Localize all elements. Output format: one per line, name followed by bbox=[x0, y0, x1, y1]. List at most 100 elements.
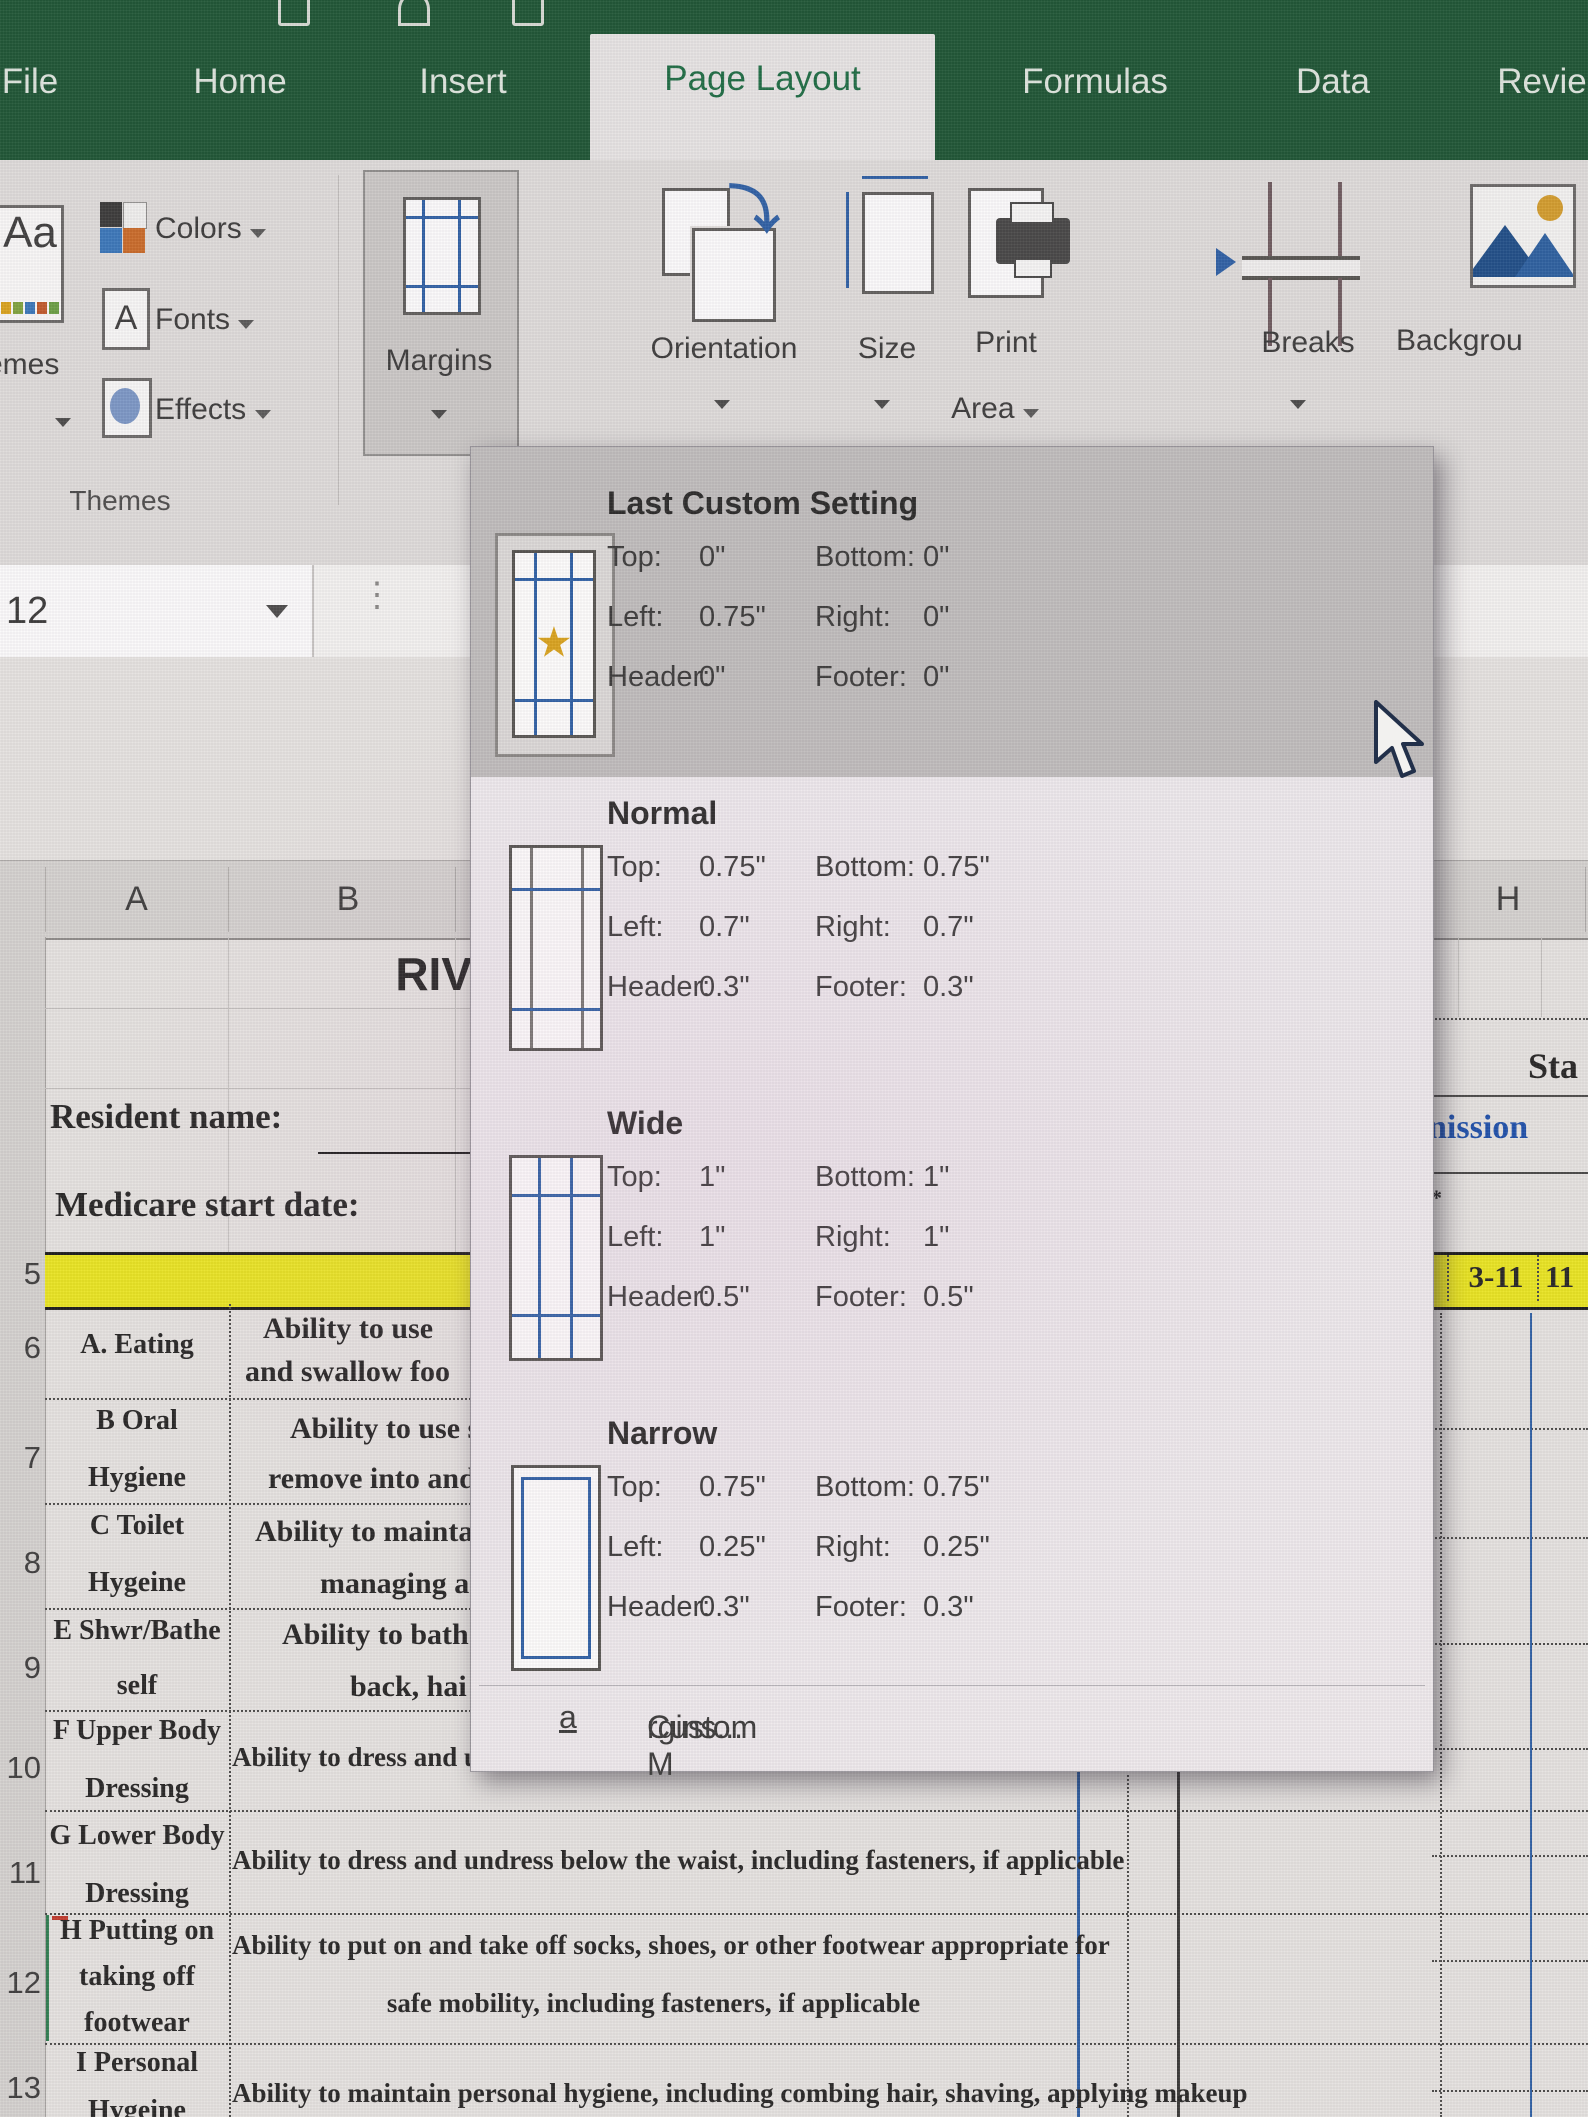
adl-item-cell[interactable]: Hygiene bbox=[45, 1462, 229, 1494]
margins-chevron-icon bbox=[431, 410, 447, 419]
name-box-value: 12 bbox=[6, 590, 49, 632]
margins-button-label: Margins bbox=[385, 344, 493, 377]
adl-desc-cell[interactable]: managing an bbox=[320, 1567, 486, 1601]
margins-option-normal[interactable]: Normal Top: 0.75" Bottom: 0.75" Left: 0.7" Righ… bbox=[471, 795, 1433, 1105]
save-icon[interactable] bbox=[278, 0, 310, 26]
adl-item-cell[interactable]: H Putting on bbox=[45, 1915, 229, 1947]
background-button[interactable]: Backgrou bbox=[1396, 324, 1588, 358]
margin-preview-icon bbox=[509, 1155, 603, 1361]
adl-desc-cell[interactable]: Ability to use su bbox=[290, 1412, 496, 1446]
fonts-button[interactable]: Fonts bbox=[155, 303, 275, 337]
theme-color-dots-icon bbox=[1, 302, 59, 314]
star-icon: ★ bbox=[535, 618, 573, 666]
adl-desc-cell[interactable]: and swallow foo bbox=[245, 1355, 450, 1389]
group-separator bbox=[338, 175, 339, 505]
margins-dropdown-menu: ★ Last Custom Setting Top: 0" Bottom: 0" Left:… bbox=[470, 446, 1434, 1782]
yellow-cell-3[interactable]: 11 bbox=[1545, 1259, 1574, 1295]
yellow-cell-2[interactable]: 3-11 bbox=[1458, 1259, 1534, 1295]
margins-button[interactable]: Margins bbox=[363, 170, 519, 456]
margin-preview-icon bbox=[511, 1465, 601, 1671]
adl-item-cell[interactable]: C Toilet bbox=[45, 1510, 229, 1542]
adl-desc-cell[interactable]: Ability to bath bbox=[282, 1618, 469, 1652]
effects-button[interactable]: Effects bbox=[155, 393, 295, 427]
themes-chevron-icon[interactable] bbox=[55, 418, 71, 427]
tab-review[interactable]: Revie bbox=[1472, 46, 1588, 118]
row-header-13[interactable]: 13 bbox=[1, 2070, 41, 2114]
margin-preview-icon bbox=[509, 845, 603, 1051]
adl-item-cell[interactable]: E Shwr/Bathe bbox=[45, 1615, 229, 1647]
right-grid-dotted bbox=[1432, 1018, 1588, 1020]
column-header-a[interactable]: A bbox=[45, 861, 228, 938]
size-button[interactable]: Size bbox=[832, 332, 942, 366]
colors-button[interactable]: Colors bbox=[155, 212, 285, 246]
menu-separator bbox=[479, 1685, 1425, 1686]
adl-desc-cell[interactable]: safe mobility, including fasteners, if a… bbox=[232, 1988, 1075, 2019]
margins-option-last-custom-setting[interactable]: ★ Last Custom Setting Top: 0" Bottom: 0" Left:… bbox=[471, 485, 1433, 795]
adl-desc-cell[interactable]: back, hai bbox=[350, 1670, 467, 1704]
column-header-h[interactable]: H bbox=[1432, 861, 1584, 938]
adl-item-cell[interactable]: I Personal bbox=[45, 2047, 229, 2079]
adl-desc-cell[interactable]: Ability to maintain bbox=[255, 1515, 498, 1549]
print-area-button-line2[interactable]: Area bbox=[930, 392, 1060, 426]
row-header-7[interactable]: 7 bbox=[1, 1440, 41, 1484]
adl-desc-cell[interactable]: Ability to maintain personal hygiene, in… bbox=[232, 2078, 1247, 2109]
adl-item-cell[interactable]: Hygeine bbox=[45, 2095, 229, 2117]
size-icon bbox=[862, 192, 934, 294]
tab-data[interactable]: Data bbox=[1278, 46, 1388, 118]
print-area-button[interactable]: Print bbox=[946, 326, 1066, 360]
row-header-5[interactable]: 5 bbox=[1, 1256, 41, 1300]
row-header-6[interactable]: 6 bbox=[1, 1330, 41, 1374]
row-header-9[interactable]: 9 bbox=[1, 1650, 41, 1694]
breaks-icon-l2 bbox=[1338, 182, 1342, 262]
row-header-12[interactable]: 12 bbox=[1, 1965, 41, 2009]
option-title: Narrow bbox=[607, 1415, 718, 1451]
margins-option-narrow[interactable]: Narrow Top: 0.75" Bottom: 0.75" Left: 0.25" Rig… bbox=[471, 1415, 1433, 1725]
undo-icon[interactable] bbox=[398, 0, 430, 26]
name-box[interactable]: 12 bbox=[0, 565, 314, 657]
row-header-11[interactable]: 11 bbox=[1, 1855, 41, 1899]
adl-desc-cell[interactable]: remove into and bbox=[268, 1462, 476, 1496]
adl-item-cell[interactable]: Dressing bbox=[45, 1878, 229, 1910]
background-icon bbox=[1470, 184, 1576, 288]
breaks-button[interactable]: Breaks bbox=[1238, 326, 1378, 360]
themes-button-label[interactable]: emes bbox=[0, 348, 96, 382]
row-header-10[interactable]: 10 bbox=[1, 1750, 41, 1794]
fonts-icon: A bbox=[102, 288, 150, 350]
excel-window: File Home Insert Page Layout Formulas Da… bbox=[0, 0, 1588, 2117]
tab-insert[interactable]: Insert bbox=[398, 46, 528, 118]
column-header-b[interactable]: B bbox=[228, 861, 468, 938]
adl-item-cell[interactable]: taking off bbox=[45, 1961, 229, 1993]
adl-desc-cell[interactable]: Ability to dress and undress below the w… bbox=[232, 1845, 1124, 1876]
orientation-button[interactable]: Orientation bbox=[624, 332, 824, 366]
custom-margins-item[interactable]: Custom Ma rgins... bbox=[471, 1689, 1433, 1782]
adl-item-cell[interactable]: F Upper Body bbox=[45, 1715, 229, 1747]
adl-item-cell[interactable]: footwear bbox=[45, 2007, 229, 2039]
themes-icon[interactable]: Aa bbox=[0, 205, 64, 323]
adl-item-cell[interactable]: G Lower Body bbox=[45, 1820, 229, 1852]
right-fragment-sta[interactable]: Sta bbox=[1528, 1045, 1578, 1087]
adl-item-cell[interactable]: A. Eating bbox=[45, 1329, 229, 1361]
tab-home[interactable]: Home bbox=[170, 46, 310, 118]
adl-item-cell[interactable]: Hygeine bbox=[45, 1567, 229, 1599]
right-fragment-mission[interactable]: nission bbox=[1428, 1109, 1528, 1147]
medicare-date-label[interactable]: Medicare start date: bbox=[55, 1185, 360, 1225]
orientation-chevron-icon bbox=[714, 400, 730, 409]
printer-icon bbox=[996, 202, 1070, 278]
redo-icon[interactable] bbox=[512, 0, 544, 26]
adl-item-cell[interactable]: self bbox=[45, 1670, 229, 1702]
adl-item-cell[interactable]: Dressing bbox=[45, 1773, 229, 1805]
adl-item-cell[interactable]: B Oral bbox=[45, 1405, 229, 1437]
sheet-title[interactable]: RIV bbox=[300, 947, 472, 1001]
margins-option-wide[interactable]: Wide Top: 1" Bottom: 1" Left: 1" Right: 1" Header… bbox=[471, 1105, 1433, 1415]
tab-page-layout[interactable]: Page Layout bbox=[590, 34, 935, 160]
option-title: Wide bbox=[607, 1105, 684, 1141]
margin-preview-icon: ★ bbox=[495, 533, 615, 757]
adl-desc-cell[interactable]: Ability to use bbox=[263, 1312, 433, 1346]
tab-formulas[interactable]: Formulas bbox=[1000, 46, 1190, 118]
resident-name-label[interactable]: Resident name: bbox=[50, 1097, 282, 1137]
tab-file[interactable]: File bbox=[0, 46, 76, 118]
row-header-8[interactable]: 8 bbox=[1, 1545, 41, 1589]
breaks-icon-bar bbox=[1242, 256, 1360, 280]
name-box-dropdown-icon[interactable] bbox=[266, 605, 288, 618]
adl-desc-cell[interactable]: Ability to put on and take off socks, sh… bbox=[232, 1930, 1110, 1961]
